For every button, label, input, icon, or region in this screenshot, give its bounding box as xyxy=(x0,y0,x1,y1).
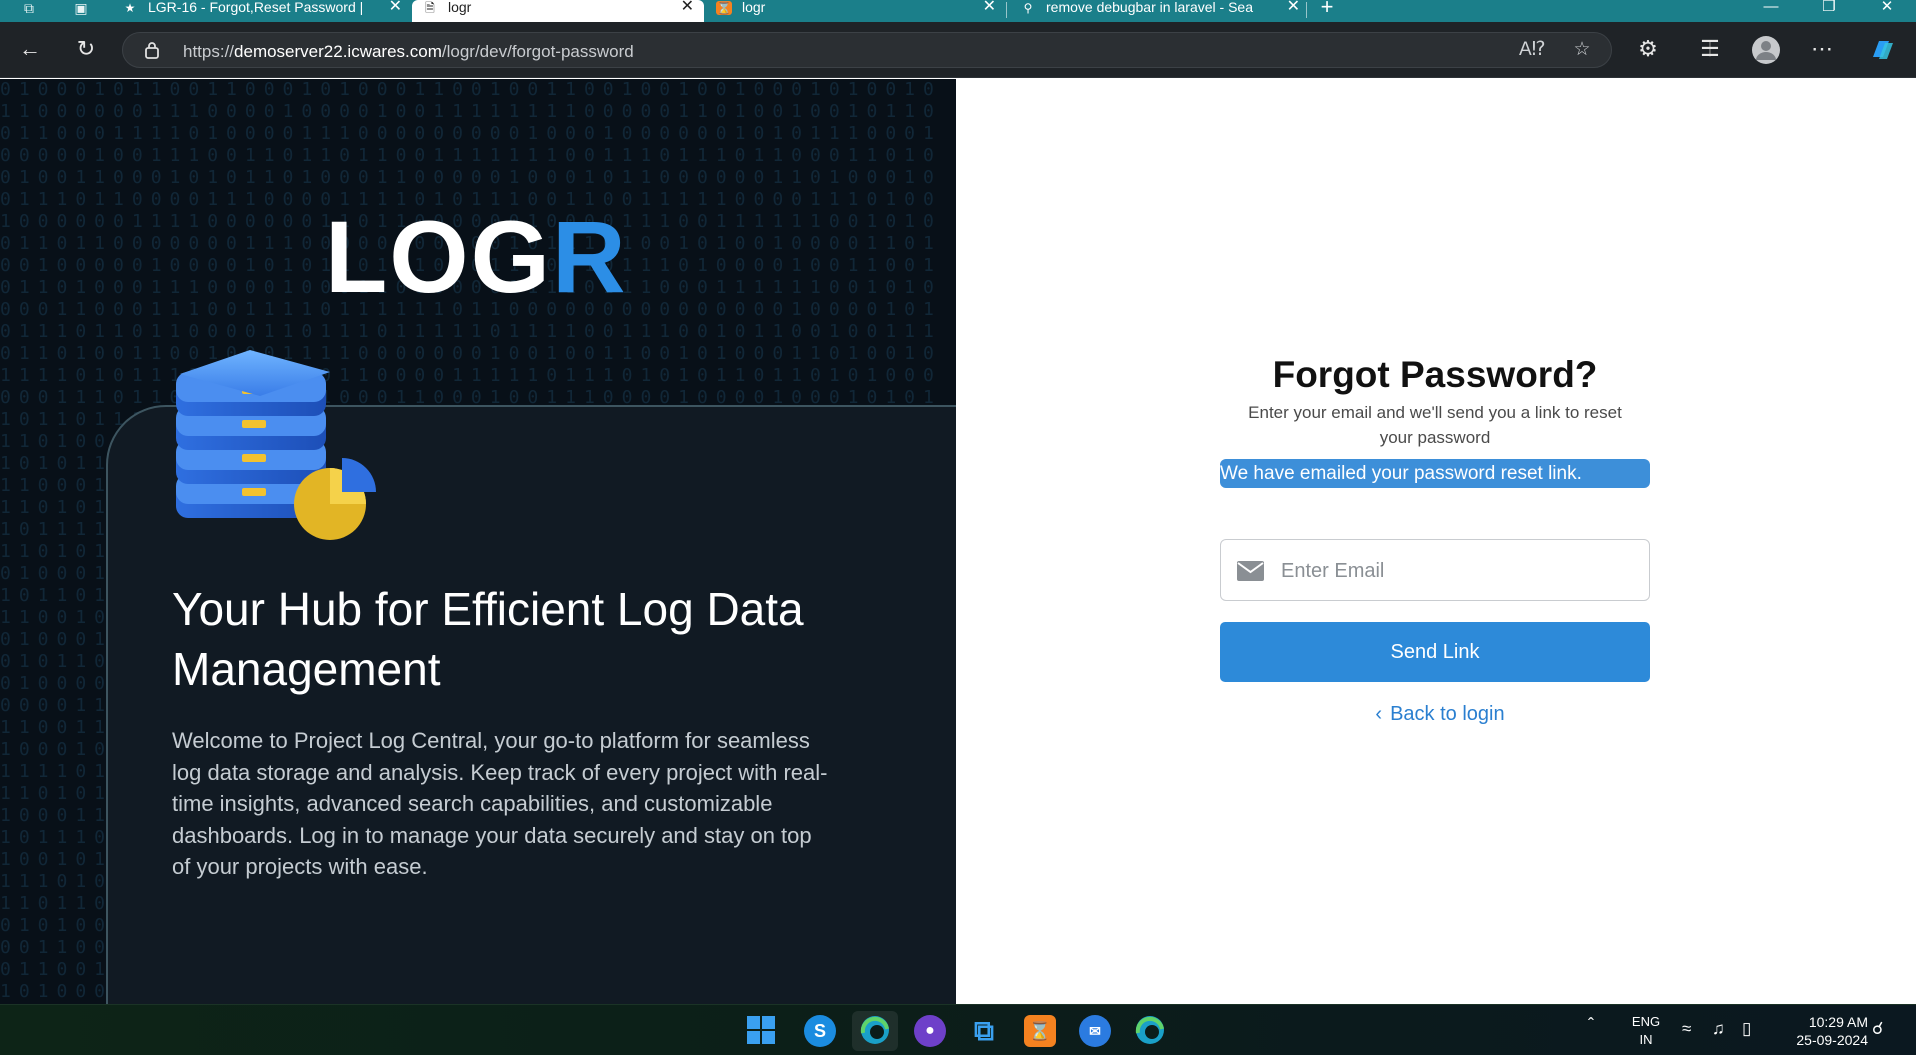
profile-avatar-icon[interactable] xyxy=(1750,34,1782,66)
close-tab-icon[interactable]: ✕ xyxy=(1287,0,1300,15)
wifi-icon[interactable]: ≈ xyxy=(1682,1019,1691,1039)
tab-separator xyxy=(1306,2,1307,18)
close-tab-icon[interactable]: ✕ xyxy=(389,0,402,15)
chevron-left-icon: ‹ xyxy=(1375,703,1383,725)
back-arrow-icon[interactable]: ← xyxy=(14,34,46,66)
url-host: demoserver22.icwares.com xyxy=(234,42,442,61)
tab-jira[interactable]: ★ LGR-16 - Forgot,Reset Password | ✕ xyxy=(112,0,412,22)
jira-icon: ★ xyxy=(124,1,136,15)
tab-actions-icon[interactable]: ▣ xyxy=(66,0,96,22)
tab-title: logr xyxy=(742,0,766,15)
taskbar-clock[interactable]: 10:29 AM 25-09-2024 xyxy=(1772,1013,1868,1049)
tab-title: logr xyxy=(448,0,472,15)
clock-time: 10:29 AM xyxy=(1808,1014,1868,1030)
page-icon: 🗎 xyxy=(425,1,435,15)
tab-title: LGR-16 - Forgot,Reset Password | xyxy=(148,0,364,15)
tab-logr-xampp[interactable]: ⌛ logr ✕ xyxy=(706,0,1006,22)
browser-toolbar: ← ↻ https://demoserver22.icwares.com/log… xyxy=(0,22,1916,78)
extensions-icon[interactable]: ⚙ xyxy=(1632,34,1664,66)
logo-accent-text: R xyxy=(551,200,628,314)
search-icon: ⚲ xyxy=(1023,1,1033,15)
edge-alt-icon[interactable] xyxy=(1134,1015,1166,1047)
logo-main-text: LOG xyxy=(325,200,552,314)
xampp-icon[interactable]: ⌛ xyxy=(1024,1015,1056,1047)
email-input[interactable] xyxy=(1281,554,1631,588)
lock-icon[interactable] xyxy=(145,41,159,59)
tab-title: remove debugbar in laravel - Sea xyxy=(1046,0,1254,15)
close-window-icon[interactable]: ✕ xyxy=(1864,0,1910,16)
volume-icon[interactable]: ♫ xyxy=(1712,1019,1725,1039)
skype-icon[interactable]: S xyxy=(804,1015,836,1047)
hero-description: Welcome to Project Log Central, your go-… xyxy=(172,728,828,879)
workspaces-icon[interactable]: ⧉ xyxy=(14,0,44,22)
page-content: 0100010110011000101000110010011001001001… xyxy=(0,79,1916,1004)
battery-icon[interactable]: ▯ xyxy=(1742,1019,1751,1039)
back-to-login-label: Back to login xyxy=(1390,703,1505,725)
hero-title: Your Hub for Efficient Log Data Manageme… xyxy=(172,583,804,695)
url-scheme: https:// xyxy=(183,42,235,61)
form-title: Forgot Password? xyxy=(1272,354,1598,395)
chevron-up-icon[interactable]: ˆ xyxy=(1588,1015,1594,1036)
success-alert: We have emailed your password reset link… xyxy=(1220,459,1650,488)
language-code: ENG xyxy=(1631,1014,1661,1029)
email-field[interactable] xyxy=(1220,539,1650,601)
xampp-icon: ⌛ xyxy=(716,1,732,15)
browser-tab-strip: ⧉ ▣ ★ LGR-16 - Forgot,Reset Password | ✕… xyxy=(0,0,1916,22)
read-aloud-icon[interactable]: A⁉ xyxy=(1519,38,1546,64)
tab-separator xyxy=(1006,2,1007,18)
url-path: /logr/dev/forgot-password xyxy=(441,42,634,61)
new-tab-button[interactable]: + xyxy=(1314,0,1340,18)
vscode-icon[interactable]: ⧉ xyxy=(968,1015,1000,1047)
thunderbird-icon[interactable]: ✉ xyxy=(1079,1015,1111,1047)
server-database-illustration xyxy=(176,350,376,540)
close-tab-icon[interactable]: ✕ xyxy=(681,0,694,15)
hero-panel: 0100010110011000101000110010011001001001… xyxy=(0,79,956,1004)
windows-start-icon[interactable] xyxy=(745,1015,777,1047)
edge-icon[interactable] xyxy=(859,1015,891,1047)
form-subtitle: Enter your email and we'll send you a li… xyxy=(1248,403,1622,447)
windows-taskbar: S ● ⧉ ⌛ ✉ ˆ ENG IN ≈ ♫ ▯ 10:29 AM 25-09-… xyxy=(0,1004,1916,1055)
more-menu-icon[interactable]: ⋯ xyxy=(1806,34,1838,66)
refresh-icon[interactable]: ↻ xyxy=(70,34,102,66)
favorite-star-icon[interactable]: ☆ xyxy=(1569,38,1595,64)
region-code: IN xyxy=(1639,1032,1653,1047)
github-icon[interactable]: ● xyxy=(914,1015,946,1047)
close-tab-icon[interactable]: ✕ xyxy=(983,0,996,15)
restore-icon[interactable]: ❐ xyxy=(1806,0,1852,16)
url-text[interactable]: https://demoserver22.icwares.com/logr/de… xyxy=(183,42,634,62)
language-indicator[interactable]: ENG IN xyxy=(1626,1013,1666,1049)
minimize-icon[interactable]: — xyxy=(1748,0,1794,16)
favorites-icon[interactable]: ☰ xyxy=(1694,34,1726,66)
mail-icon xyxy=(1237,561,1264,581)
send-link-button[interactable]: Send Link xyxy=(1220,622,1650,682)
tab-logr-active[interactable]: 🗎 logr ✕ xyxy=(412,0,704,22)
tab-search[interactable]: ⚲ remove debugbar in laravel - Sea ✕ xyxy=(1010,0,1310,22)
notification-bell-icon[interactable]: ☌ xyxy=(1872,1019,1883,1039)
logr-logo: LOGR xyxy=(325,206,628,308)
clock-date: 25-09-2024 xyxy=(1796,1032,1868,1048)
back-to-login-link[interactable]: ‹ Back to login xyxy=(1220,703,1660,726)
copilot-icon[interactable] xyxy=(1866,34,1898,66)
address-bar[interactable]: https://demoserver22.icwares.com/logr/de… xyxy=(122,32,1612,68)
